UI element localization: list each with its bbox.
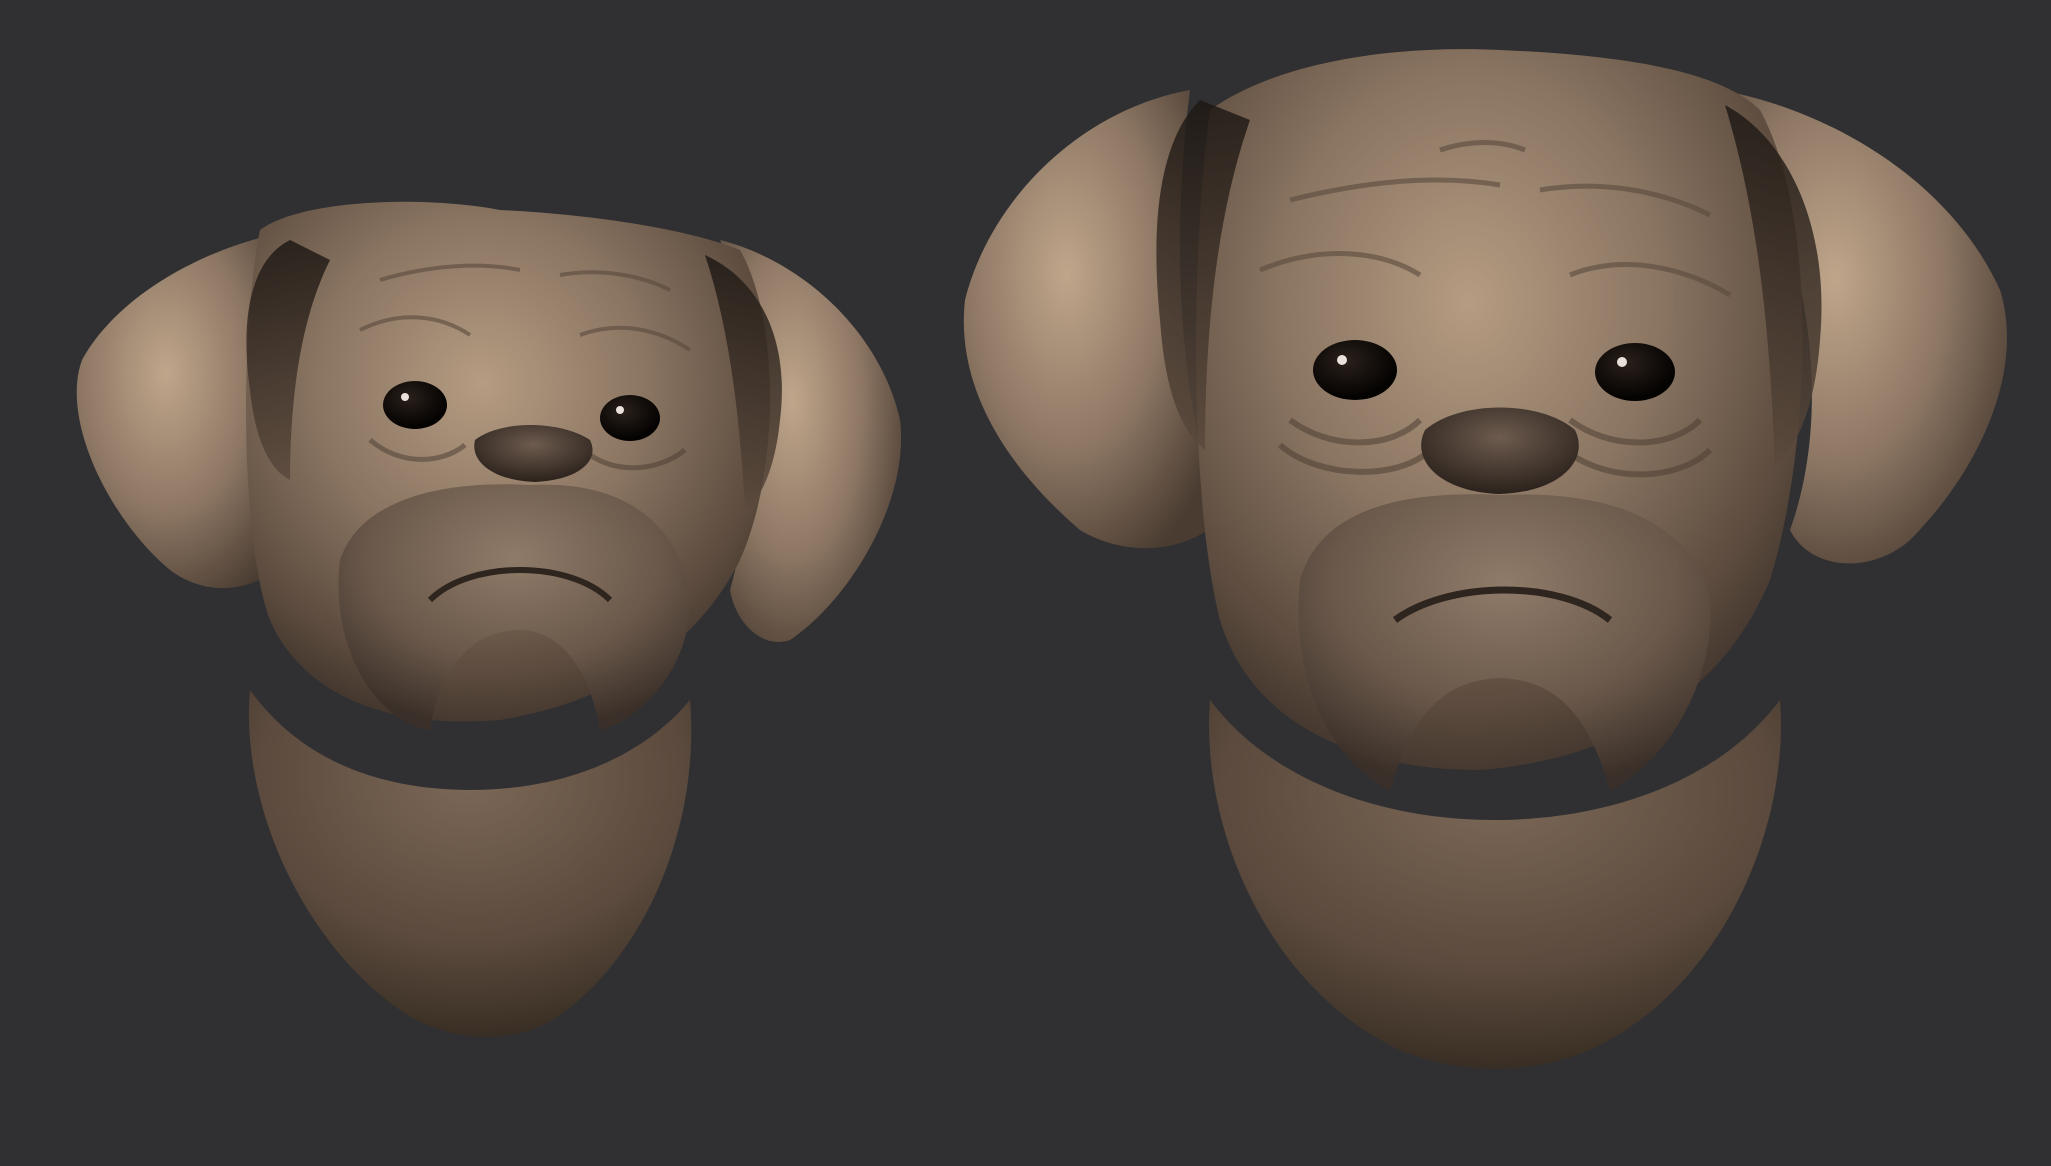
eye-right-a	[1313, 340, 1397, 400]
dog-bust-left	[76, 201, 902, 1037]
sculpt-render-canvas	[76, 49, 2007, 1069]
eye-right-b	[1595, 343, 1675, 401]
eye-highlight	[401, 393, 409, 401]
neck-left	[248, 690, 692, 1037]
eye-left-a	[383, 381, 447, 429]
dog-bust-right	[963, 49, 2007, 1069]
eye-left-b	[600, 395, 660, 441]
eye-highlight	[1337, 355, 1347, 365]
eye-highlight	[616, 406, 624, 414]
viewport	[0, 0, 2051, 1166]
eye-highlight	[1617, 357, 1627, 367]
